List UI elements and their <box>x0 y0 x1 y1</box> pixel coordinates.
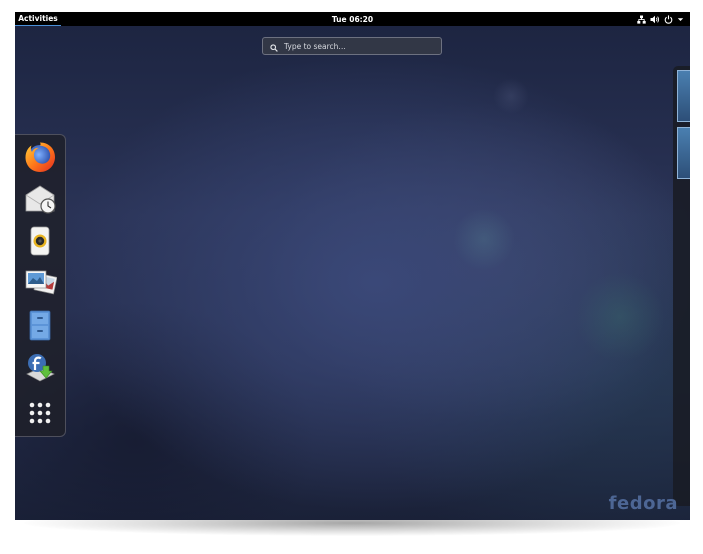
mail-clock-icon <box>25 185 56 214</box>
dash <box>15 134 66 437</box>
volume-icon <box>650 15 660 24</box>
speaker-icon <box>30 226 50 256</box>
system-status-area[interactable] <box>637 12 684 26</box>
activities-label: Activities <box>18 14 58 23</box>
dash-item-photos[interactable] <box>22 265 58 301</box>
dash-item-files[interactable] <box>22 307 58 343</box>
app-grid-icon <box>29 402 51 424</box>
search-input[interactable]: Type to search… <box>262 37 442 55</box>
firefox-icon <box>25 142 55 172</box>
search-icon <box>270 37 278 56</box>
workspace-thumbnail[interactable] <box>677 127 690 179</box>
network-icon <box>637 15 646 24</box>
show-applications-button[interactable] <box>22 395 58 431</box>
search-placeholder: Type to search… <box>284 41 346 51</box>
dash-item-software[interactable] <box>22 349 58 385</box>
dash-item-rhythmbox[interactable] <box>22 223 58 259</box>
file-cabinet-icon <box>29 310 51 341</box>
clock[interactable]: Tue 06:20 <box>332 15 373 24</box>
desktop-overview: Activities Tue 06:20 Type to search… fed… <box>15 12 690 520</box>
power-icon <box>664 14 673 24</box>
workspace-thumbnail[interactable] <box>677 70 690 122</box>
dash-item-firefox[interactable] <box>22 139 58 175</box>
fedora-software-icon <box>26 354 55 382</box>
workspace-switcher <box>673 66 690 506</box>
wallpaper-bokeh <box>493 78 529 114</box>
dash-item-evolution[interactable] <box>22 181 58 217</box>
top-bar: Activities Tue 06:20 <box>15 12 690 26</box>
chevron-down-icon <box>677 15 684 24</box>
fedora-watermark: fedora <box>608 493 678 514</box>
activities-button[interactable]: Activities <box>15 12 61 26</box>
clock-container: Tue 06:20 <box>15 12 690 26</box>
wallpaper-bokeh <box>575 272 665 362</box>
photos-icon <box>25 270 57 295</box>
wallpaper-bokeh <box>453 208 515 270</box>
